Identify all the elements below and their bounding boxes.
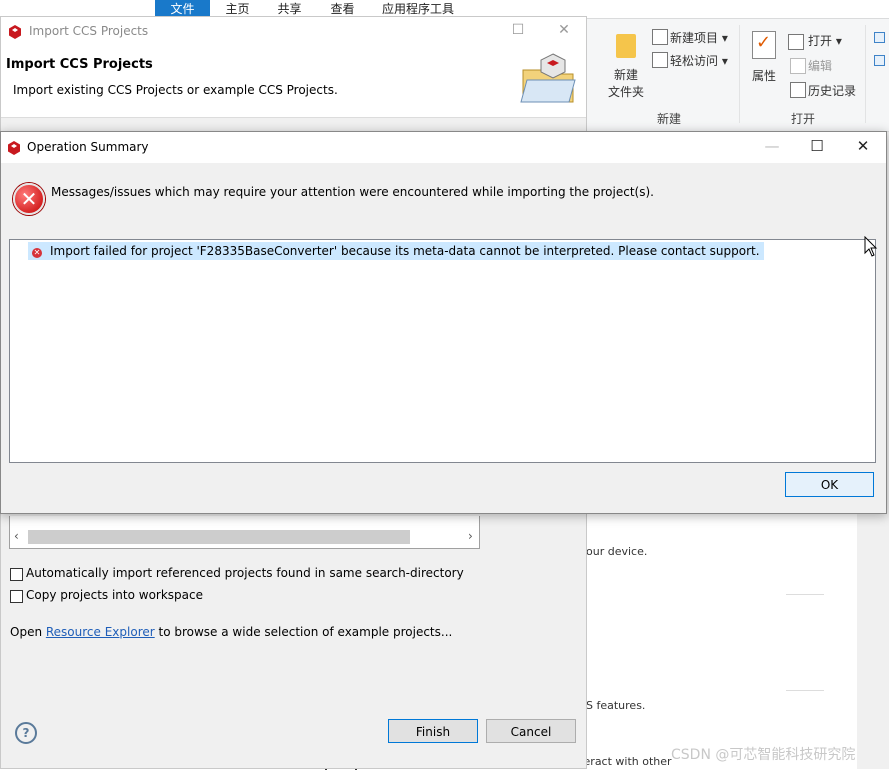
open-prefix: Open	[10, 625, 46, 639]
copy-projects-checkbox[interactable]	[10, 590, 23, 603]
open-label: 打开	[808, 34, 833, 48]
error-icon: ✕	[13, 183, 45, 215]
content-text: our device.	[586, 545, 648, 558]
edit-button[interactable]: 编辑	[808, 57, 832, 74]
issues-list[interactable]: ✕ Import failed for project 'F28335BaseCo…	[9, 239, 876, 463]
watermark: CSDN @可芯智能科技研究院	[671, 747, 856, 763]
window-title: Operation Summary	[27, 140, 149, 154]
properties-button[interactable]: 属性	[752, 67, 776, 84]
new-folder-line2[interactable]: 文件夹	[608, 83, 644, 100]
close-button[interactable]: ✕	[549, 22, 579, 38]
auto-import-label: Automatically import referenced projects…	[26, 566, 464, 580]
cancel-button[interactable]: Cancel	[486, 719, 576, 743]
title-bar: Operation Summary — ☐ ✕	[1, 132, 886, 163]
new-group-label: 新建	[657, 112, 682, 126]
error-small-icon: ✕	[32, 248, 42, 258]
new-item-label: 新建项目	[670, 31, 719, 45]
new-folder-line1[interactable]: 新建	[614, 66, 638, 83]
open-icon	[788, 34, 804, 50]
list-item[interactable]: ✕ Import failed for project 'F28335BaseCo…	[28, 242, 764, 260]
open-button[interactable]: 打开 ▾	[808, 32, 842, 49]
history-button[interactable]: 历史记录	[808, 82, 856, 99]
ccs-app-icon	[8, 141, 20, 155]
help-icon[interactable]: ?	[15, 722, 37, 744]
page-title: Import CCS Projects	[6, 57, 153, 72]
operation-summary-dialog: Operation Summary — ☐ ✕ ✕ Messages/issue…	[0, 131, 887, 514]
edit-icon	[790, 58, 806, 74]
finish-button[interactable]: Finish	[388, 719, 478, 743]
easy-access-button[interactable]: 轻松访问 ▾	[670, 52, 728, 69]
wizard-header: Import CCS Projects Import existing CCS …	[1, 47, 586, 118]
issue-text: Import failed for project 'F28335BaseCon…	[50, 244, 760, 258]
open-group-label: 打开	[791, 112, 816, 126]
title-bar: Import CCS Projects ☐ ✕	[1, 17, 586, 47]
auto-import-checkbox[interactable]	[10, 568, 23, 581]
divider	[786, 690, 824, 691]
ribbon-separator	[739, 25, 740, 123]
mouse-cursor-icon	[864, 236, 878, 257]
ccs-app-icon	[9, 25, 21, 39]
new-item-button[interactable]: 新建项目 ▾	[670, 29, 728, 46]
content-text: S features.	[586, 699, 646, 712]
open-suffix: to browse a wide selection of example pr…	[154, 625, 453, 639]
history-icon	[790, 82, 806, 98]
scroll-right-icon[interactable]: ›	[468, 529, 473, 543]
scrollbar-thumb[interactable]	[28, 530, 410, 544]
close-button[interactable]: ✕	[845, 137, 881, 155]
select-none-icon	[874, 55, 885, 66]
resource-explorer-line: Open Resource Explorer to browse a wide …	[10, 625, 452, 639]
divider	[786, 594, 824, 595]
resource-explorer-link[interactable]: Resource Explorer	[46, 625, 155, 639]
ok-button[interactable]: OK	[785, 472, 874, 497]
summary-message: Messages/issues which may require your a…	[51, 185, 654, 199]
window-title: Import CCS Projects	[29, 24, 149, 38]
new-item-icon	[652, 29, 668, 45]
copy-projects-label: Copy projects into workspace	[26, 588, 204, 602]
minimize-button[interactable]: —	[754, 137, 790, 155]
import-folder-icon	[520, 53, 576, 103]
maximize-button[interactable]: ☐	[503, 22, 533, 38]
maximize-button[interactable]: ☐	[799, 137, 835, 155]
projects-list-hscrollbar[interactable]: ‹ ›	[9, 516, 480, 549]
easy-access-icon	[652, 52, 668, 68]
properties-icon	[752, 31, 776, 59]
folder-icon	[616, 34, 636, 58]
easy-access-label: 轻松访问	[670, 54, 719, 68]
select-all-icon	[874, 32, 885, 43]
page-description: Import existing CCS Projects or example …	[13, 83, 338, 97]
ribbon-separator	[865, 25, 866, 123]
scroll-left-icon[interactable]: ‹	[14, 529, 19, 543]
